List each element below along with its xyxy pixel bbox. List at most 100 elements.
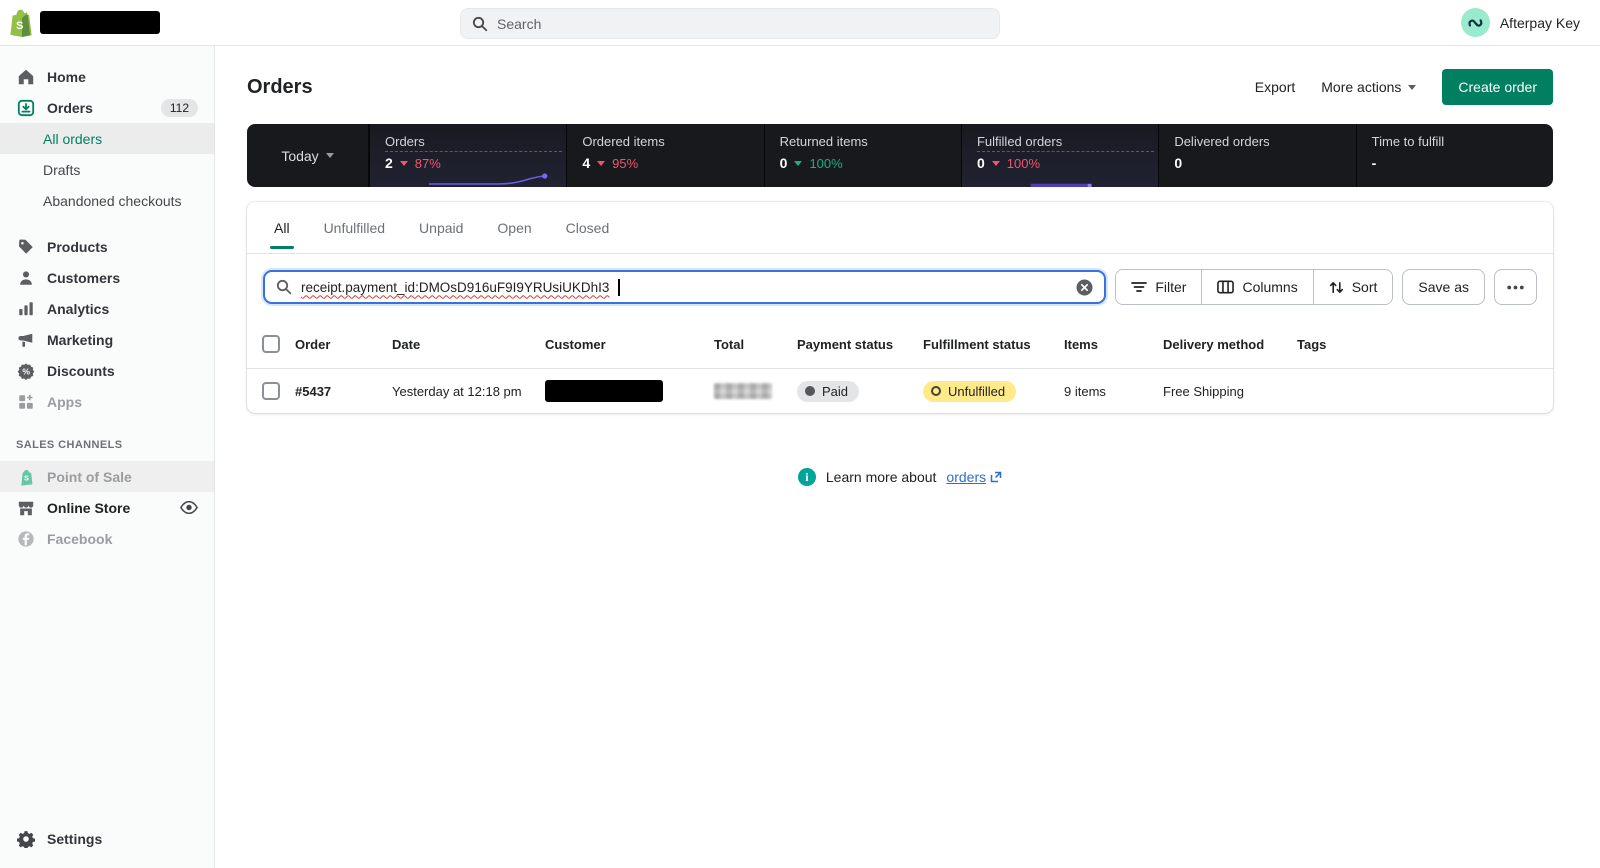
account-name: Afterpay Key [1500,15,1580,31]
order-items-count: 9 items [1064,369,1163,414]
sidebar: Home Orders 112 All orders Drafts Abando… [0,46,215,868]
column-header-fulfillment-status[interactable]: Fulfillment status [923,320,1064,369]
order-date: Yesterday at 12:18 pm [392,369,545,414]
columns-icon [1217,280,1234,294]
sidebar-item-facebook[interactable]: Facebook [0,523,214,554]
analytics-icon [16,300,36,318]
order-filter-search-input[interactable]: receipt.payment_id:DMOsD916uF9I9YRUsiUKD… [263,270,1106,304]
sidebar-item-marketing[interactable]: Marketing [0,324,214,355]
facebook-icon [16,530,36,548]
learn-more-text: Learn more about [826,469,937,485]
close-icon [1076,279,1093,296]
store-name-redacted [40,11,160,34]
topbar: S Search Afterpay Key [0,0,1600,46]
sidebar-item-label: Orders [47,100,93,116]
filter-button[interactable]: Filter [1116,270,1202,304]
search-icon [276,279,292,295]
export-button[interactable]: Export [1255,79,1295,95]
column-header-customer[interactable]: Customer [545,320,714,369]
sidebar-item-drafts[interactable]: Drafts [0,154,214,185]
sidebar-item-discounts[interactable]: % Discounts [0,355,214,386]
sidebar-item-point-of-sale[interactable]: S Point of Sale [0,461,214,492]
customers-icon [16,269,36,287]
order-number[interactable]: #5437 [295,369,392,414]
sidebar-item-apps[interactable]: Apps [0,386,214,417]
orders-help-link[interactable]: orders [946,469,1002,485]
orders-count-badge: 112 [161,99,198,117]
column-header-tags[interactable]: Tags [1297,320,1553,369]
save-as-button[interactable]: Save as [1402,269,1485,305]
search-icon [472,16,488,32]
metric-fulfilled-orders[interactable]: Fulfilled orders 0100% [962,124,1159,187]
tab-unpaid[interactable]: Unpaid [402,202,480,253]
order-delivery-method: Free Shipping [1163,369,1297,414]
afterpay-avatar-icon [1461,8,1490,37]
trend-down-icon [794,161,802,166]
filter-query-text: receipt.payment_id:DMOsD916uF9I9YRUsiUKD… [301,280,609,295]
sidebar-item-analytics[interactable]: Analytics [0,293,214,324]
analytics-bar: Today Orders 287% Ordered items 495% Ret… [247,124,1553,187]
global-search-input[interactable]: Search [460,8,1000,39]
payment-status-badge: Paid [797,381,859,402]
tab-all[interactable]: All [257,202,307,253]
ellipsis-icon [1507,285,1524,290]
info-icon: i [798,468,816,486]
sidebar-item-settings[interactable]: Settings [0,822,214,856]
sort-arrows-icon [1329,280,1344,295]
account-menu[interactable]: Afterpay Key [1461,8,1580,37]
date-range-dropdown[interactable]: Today [247,124,370,187]
metric-returned-items[interactable]: Returned items 0100% [765,124,962,187]
trend-down-icon [992,161,1000,166]
tab-closed[interactable]: Closed [549,202,627,253]
megaphone-icon [16,331,36,349]
columns-button[interactable]: Columns [1202,270,1313,304]
column-header-date[interactable]: Date [392,320,545,369]
sales-channels-heading: SALES CHANNELS [0,439,214,451]
svg-text:%: % [22,366,30,376]
orders-table: Order Date Customer Total Payment status… [247,320,1553,413]
sidebar-item-label: Home [47,69,86,85]
sidebar-item-customers[interactable]: Customers [0,262,214,293]
orders-sparkline [370,171,566,187]
order-tabs: All Unfulfilled Unpaid Open Closed [247,202,1553,254]
sidebar-item-home[interactable]: Home [0,61,214,92]
tab-open[interactable]: Open [480,202,548,253]
sidebar-item-abandoned-checkouts[interactable]: Abandoned checkouts [0,185,214,216]
customer-name-redacted [545,380,663,402]
create-order-button[interactable]: Create order [1442,69,1553,105]
column-header-delivery-method[interactable]: Delivery method [1163,320,1297,369]
table-header-row: Order Date Customer Total Payment status… [247,320,1553,369]
more-actions-button[interactable]: More actions [1321,79,1416,95]
text-cursor [618,279,620,296]
row-checkbox[interactable] [262,382,280,400]
column-header-total[interactable]: Total [714,320,797,369]
sidebar-item-online-store[interactable]: Online Store [0,492,214,523]
shopify-logo[interactable]: S [8,9,160,37]
home-icon [16,68,36,86]
column-header-payment-status[interactable]: Payment status [797,320,923,369]
trend-down-icon [597,161,605,166]
global-search-placeholder: Search [497,16,541,32]
view-online-store-eye-icon[interactable] [180,501,198,514]
metric-delivered-orders[interactable]: Delivered orders 0 [1159,124,1356,187]
select-all-checkbox[interactable] [262,335,280,353]
metric-time-to-fulfill[interactable]: Time to fulfill - [1357,124,1553,187]
metric-orders[interactable]: Orders 287% [370,124,567,187]
discount-icon: % [16,362,36,380]
chevron-down-icon [1408,85,1416,90]
sidebar-item-products[interactable]: Products [0,231,214,262]
column-header-order[interactable]: Order [295,320,392,369]
more-options-button[interactable] [1494,269,1537,305]
table-tools-group: Filter Columns Sort [1115,269,1393,305]
column-header-items[interactable]: Items [1064,320,1163,369]
tab-unfulfilled[interactable]: Unfulfilled [307,202,402,253]
metric-ordered-items[interactable]: Ordered items 495% [567,124,764,187]
orders-icon [16,99,36,117]
main-content: Orders Export More actions Create order … [215,46,1600,868]
clear-search-button[interactable] [1076,279,1093,296]
sidebar-item-all-orders[interactable]: All orders [0,123,214,154]
sidebar-item-orders[interactable]: Orders 112 [0,92,214,123]
trend-down-icon [400,161,408,166]
order-row[interactable]: #5437 Yesterday at 12:18 pm Paid Unfulfi… [247,369,1553,414]
sort-button[interactable]: Sort [1314,270,1393,304]
